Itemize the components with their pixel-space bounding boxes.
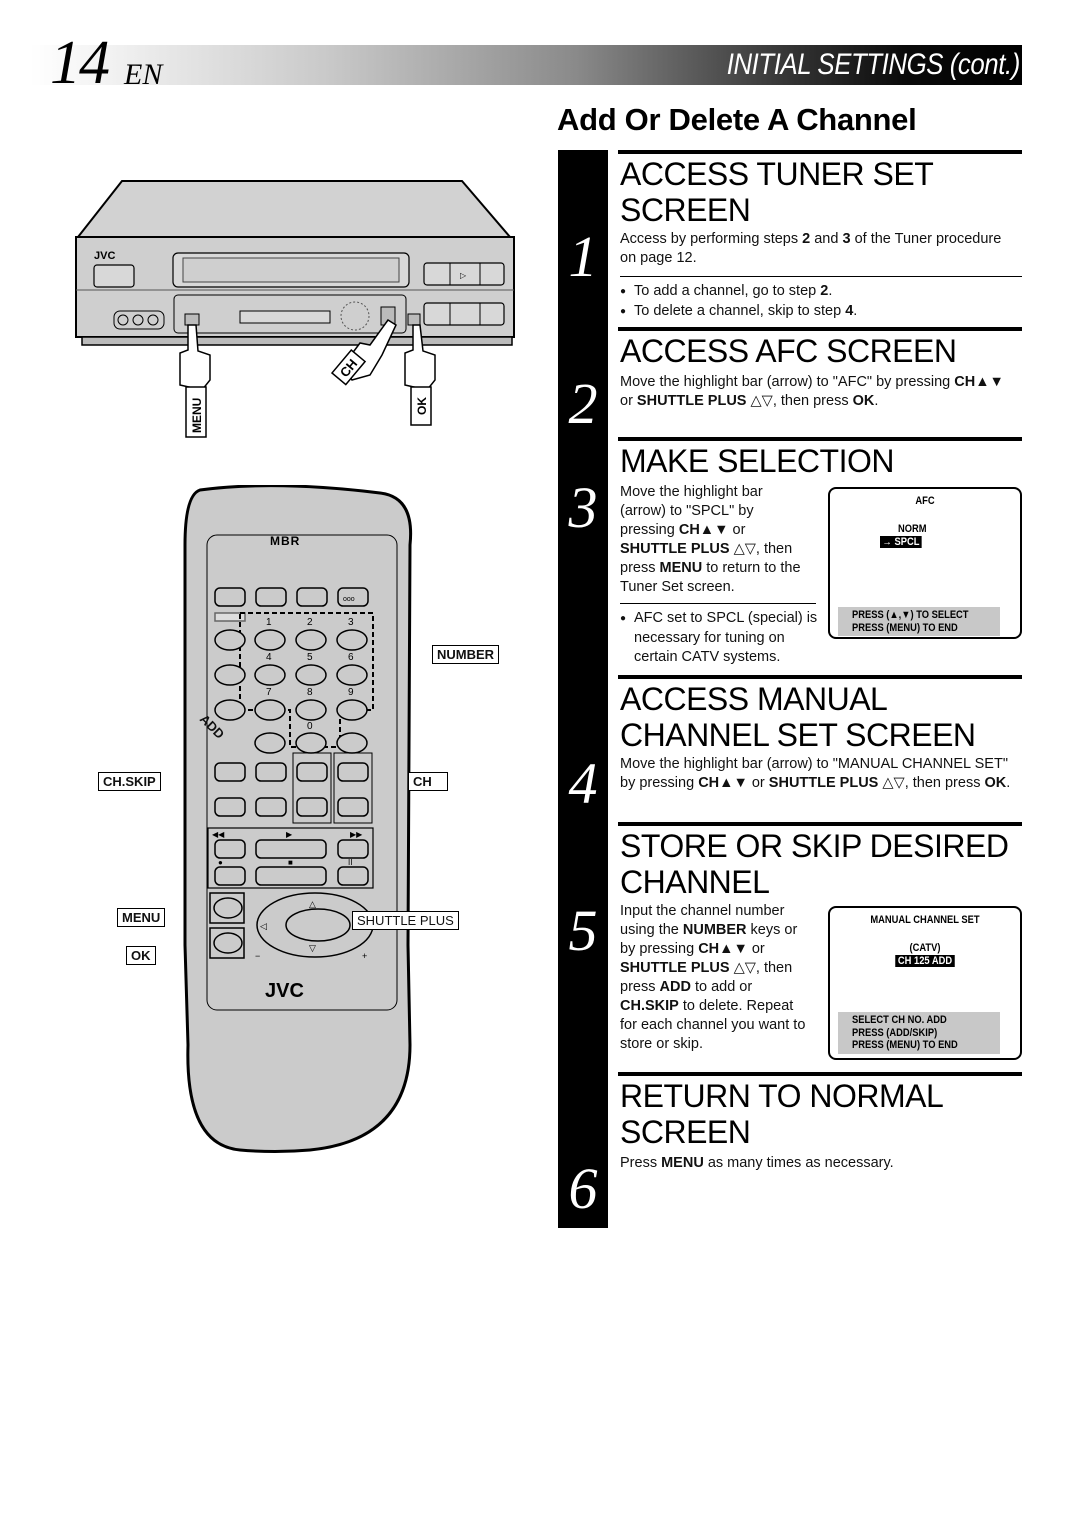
step-number-strip bbox=[558, 150, 608, 1228]
osd-footer: PRESS (▲,▼) TO SELECT PRESS (MENU) TO EN… bbox=[838, 607, 1000, 636]
page-number: 14 bbox=[50, 29, 110, 97]
svg-text:▷: ▷ bbox=[460, 271, 467, 280]
page-language: EN bbox=[124, 58, 163, 91]
svg-text:▶▶: ▶▶ bbox=[350, 830, 363, 839]
osd-footer-line: PRESS (MENU) TO END bbox=[852, 1039, 958, 1051]
osd-footer-line: PRESS (▲,▼) TO SELECT bbox=[852, 609, 969, 621]
step-title: MAKE SELECTION bbox=[620, 443, 894, 479]
remote-callout-shuttle-plus: SHUTTLE PLUS bbox=[352, 911, 459, 930]
step-title-line: ACCESS MANUAL bbox=[620, 681, 888, 717]
osd-footer: SELECT CH NO. ADD PRESS (ADD/SKIP) PRESS… bbox=[838, 1012, 1000, 1054]
key-label-6: 6 bbox=[348, 652, 354, 663]
svg-text:II: II bbox=[348, 858, 352, 867]
osd-mode: (CATV) bbox=[909, 942, 941, 954]
divider bbox=[620, 276, 1022, 277]
step-text: Press MENU as many times as necessary. bbox=[620, 1155, 894, 1171]
vcr-callout-menu: MENU bbox=[190, 398, 204, 433]
remote-illustration: MBR ooo 1 2 3 4 5 6 7 8 9 0 ◀◀ ▶ ▶▶● ■ I… bbox=[183, 485, 413, 1153]
step-title: STORE OR SKIP DESIRED CHANNEL bbox=[620, 828, 1009, 900]
step-text: Move the highlight bar (arrow) to "AFC" … bbox=[620, 374, 1004, 409]
step-title-line: SCREEN bbox=[620, 192, 751, 228]
page-subtitle: Add Or Delete A Channel bbox=[557, 102, 917, 137]
remote-callout-ch: CH bbox=[408, 772, 448, 791]
key-label-9: 9 bbox=[348, 687, 354, 698]
divider bbox=[620, 603, 816, 604]
osd-footer-line: PRESS (ADD/SKIP) bbox=[852, 1026, 938, 1039]
svg-text:▽: ▽ bbox=[309, 943, 316, 953]
step-rule bbox=[618, 437, 1022, 441]
step-text: Move the highlight bar (arrow) to "SPCL"… bbox=[620, 484, 801, 595]
bullet-item: To delete a channel, skip to step 4. bbox=[620, 302, 857, 322]
step-bullets: AFC set to SPCL (special) is necessary f… bbox=[620, 609, 820, 668]
step-number: 5 bbox=[568, 898, 598, 963]
osd-title: MANUAL CHANNEL SET bbox=[870, 914, 980, 926]
remote-callout-menu: MENU bbox=[117, 908, 166, 927]
remote-callout-ch-skip: CH.SKIP bbox=[98, 772, 161, 791]
key-label-3: 3 bbox=[348, 617, 354, 628]
key-label-7: 7 bbox=[266, 687, 272, 698]
step-title-line: CHANNEL bbox=[620, 864, 770, 900]
step-title-line: SCREEN bbox=[620, 1114, 751, 1150]
afc-osd-screen: AFC NORM → SPCL PRESS (▲,▼) TO SELECT PR… bbox=[828, 487, 1022, 639]
key-label-5: 5 bbox=[307, 652, 313, 663]
bullet-item: AFC set to SPCL (special) is necessary f… bbox=[620, 609, 820, 668]
key-label-4: 4 bbox=[266, 652, 272, 663]
step-rule bbox=[618, 327, 1022, 331]
svg-text:−: − bbox=[255, 951, 260, 961]
key-label-8: 8 bbox=[307, 687, 313, 698]
vcr-menu-button bbox=[184, 313, 200, 326]
step-number: 1 bbox=[568, 224, 598, 289]
step-title-line: STORE OR SKIP DESIRED bbox=[620, 828, 1009, 864]
vcr-callout-ok: OK bbox=[415, 397, 429, 415]
step-title-line: ACCESS AFC SCREEN bbox=[620, 333, 957, 369]
osd-footer-line: SELECT CH NO. ADD bbox=[852, 1014, 947, 1026]
bullet-item: To add a channel, go to step 2. bbox=[620, 282, 857, 302]
remote-callout-number: NUMBER bbox=[432, 645, 500, 664]
key-label-1: 1 bbox=[266, 617, 272, 628]
osd-footer-line: PRESS (MENU) TO END bbox=[852, 621, 958, 634]
step-number: 4 bbox=[568, 751, 598, 816]
step-number: 6 bbox=[568, 1156, 598, 1221]
step-title-line: MAKE SELECTION bbox=[620, 443, 894, 479]
step-text: Access by performing steps 2 and 3 of th… bbox=[620, 231, 1002, 266]
step-text: Input the channel number using the NUMBE… bbox=[620, 903, 806, 1052]
remote-mbr-logo: MBR bbox=[270, 534, 300, 548]
vcr-brand-logo: JVC bbox=[94, 250, 115, 262]
svg-text:▶: ▶ bbox=[286, 830, 293, 839]
osd-option-spcl-selected: → SPCL bbox=[880, 536, 922, 548]
step-title: RETURN TO NORMAL SCREEN bbox=[620, 1078, 944, 1150]
step-rule bbox=[618, 822, 1022, 826]
vcr-ok-button bbox=[407, 313, 421, 326]
vcr-illustration: JVC ▷ MENU OK CH bbox=[75, 180, 515, 438]
svg-text:+: + bbox=[362, 951, 367, 961]
section-title: INITIAL SETTINGS (cont.) bbox=[726, 48, 1021, 81]
svg-text:◁: ◁ bbox=[260, 921, 267, 931]
svg-text:■: ■ bbox=[288, 858, 293, 867]
osd-channel-selected: CH 125 ADD bbox=[844, 955, 1006, 967]
step-title: ACCESS MANUAL CHANNEL SET SCREEN bbox=[620, 681, 976, 753]
step-rule bbox=[618, 150, 1022, 154]
step-number: 3 bbox=[568, 475, 598, 540]
osd-option-norm: NORM bbox=[898, 523, 927, 535]
step-text: Move the highlight bar (arrow) to "MANUA… bbox=[620, 756, 1011, 791]
remote-brand-logo: JVC bbox=[265, 980, 304, 1002]
step-title-line: ACCESS TUNER SET bbox=[620, 156, 934, 192]
step-rule bbox=[618, 675, 1022, 679]
step-title-line: RETURN TO NORMAL bbox=[620, 1078, 944, 1114]
svg-text:●: ● bbox=[218, 858, 223, 867]
osd-title: AFC bbox=[915, 495, 935, 507]
svg-text:◀◀: ◀◀ bbox=[212, 830, 225, 839]
step-bullets: To add a channel, go to step 2. To delet… bbox=[620, 282, 857, 321]
manual-channel-set-osd-screen: MANUAL CHANNEL SET (CATV) CH 125 ADD SEL… bbox=[828, 906, 1022, 1060]
key-label-2: 2 bbox=[307, 617, 313, 628]
step-rule bbox=[618, 1072, 1022, 1076]
step-number: 2 bbox=[568, 371, 598, 436]
step-title-line: CHANNEL SET SCREEN bbox=[620, 717, 976, 753]
remote-callout-ok: OK bbox=[126, 946, 156, 965]
step-title: ACCESS AFC SCREEN bbox=[620, 333, 957, 369]
step-title: ACCESS TUNER SET SCREEN bbox=[620, 156, 934, 228]
key-label-0: 0 bbox=[307, 721, 313, 732]
svg-text:△: △ bbox=[309, 899, 316, 909]
svg-text:ooo: ooo bbox=[343, 596, 355, 603]
